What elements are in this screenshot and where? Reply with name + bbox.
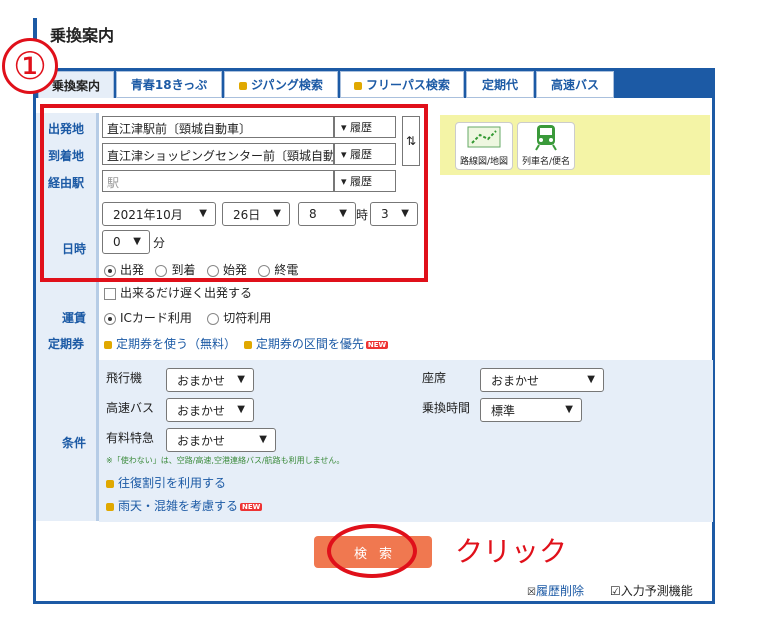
- weather-row: 雨天・混雑を考慮する NEW: [106, 497, 263, 514]
- limited-express-select[interactable]: おまかせ ▼: [166, 428, 276, 452]
- route-map-icon: [467, 126, 501, 148]
- predictive-input-label: 入力予測機能: [620, 584, 693, 598]
- title-accent-bar: [33, 18, 37, 40]
- round-trip-link[interactable]: 往復割引を利用する: [118, 476, 226, 490]
- delete-history-link[interactable]: ☒履歴削除: [527, 582, 584, 599]
- conditions-note: ※「使わない」は、空路/高速,空港連絡バス/航路も利用しません。: [106, 456, 345, 465]
- click-instruction: クリック: [455, 535, 568, 568]
- select-value: おまかせ: [177, 373, 226, 388]
- airplane-label: 飛行機: [106, 371, 143, 385]
- chevron-down-icon: ▼: [259, 434, 267, 445]
- commuter-use-link[interactable]: 定期券を使う（無料）: [116, 337, 236, 351]
- lock-icon: [104, 341, 112, 349]
- lock-icon: [106, 480, 114, 488]
- fare-ticket[interactable]: 切符利用: [207, 311, 271, 325]
- fare-label: 運賃: [62, 311, 87, 325]
- seat-label: 座席: [422, 371, 447, 385]
- commuter-links: 定期券を使う（無料） 定期券の区間を優先 NEW: [104, 335, 389, 352]
- seat-select[interactable]: おまかせ ▼: [480, 368, 604, 392]
- checkbox-icon: [104, 287, 116, 300]
- delete-icon: ☒: [527, 587, 536, 598]
- limited-express-label: 有料特急: [106, 431, 155, 445]
- delete-history-label: 履歴削除: [535, 584, 584, 598]
- select-value: おまかせ: [491, 373, 540, 388]
- conditions-label: 条件: [62, 436, 87, 450]
- transfer-time-label: 乗換時間: [422, 401, 471, 415]
- lock-icon: [243, 341, 252, 349]
- highway-bus-select[interactable]: おまかせ ▼: [166, 398, 254, 422]
- chevron-down-icon: ▼: [587, 374, 595, 385]
- step-number-badge: ①: [2, 38, 58, 94]
- page-title: 乗換案内: [50, 26, 115, 45]
- weather-link[interactable]: 雨天・混雑を考慮する: [118, 499, 238, 513]
- new-badge: NEW: [240, 502, 263, 511]
- commuter-label: 定期券: [48, 337, 85, 351]
- predictive-input-checkbox[interactable]: ☑入力予測機能: [610, 582, 693, 599]
- fare-label-ic: ICカード利用: [120, 311, 192, 325]
- lock-icon: [106, 503, 114, 511]
- late-departure-label: 出来るだけ遅く出発する: [120, 286, 253, 300]
- highlight-box: [40, 104, 428, 282]
- train-name-label: 列車名/便名: [521, 157, 571, 167]
- select-value: おまかせ: [177, 433, 226, 448]
- commuter-priority-link[interactable]: 定期券の区間を優先: [256, 337, 364, 351]
- radio-icon: [104, 312, 116, 325]
- route-map-label: 路線図/地図: [459, 157, 509, 167]
- late-departure-checkbox[interactable]: 出来るだけ遅く出発する: [104, 284, 252, 301]
- new-badge: NEW: [365, 340, 389, 349]
- fare-label-ticket: 切符利用: [223, 311, 272, 325]
- fare-ic[interactable]: ICカード利用: [104, 311, 192, 325]
- select-value: おまかせ: [177, 403, 226, 418]
- fare-group: ICカード利用 切符利用: [104, 309, 271, 326]
- train-name-button[interactable]: 列車名/便名: [517, 122, 575, 170]
- chevron-down-icon: ▼: [237, 404, 245, 415]
- chevron-down-icon: ▼: [565, 404, 573, 415]
- highway-bus-label: 高速バス: [106, 401, 155, 415]
- radio-icon: [207, 312, 220, 325]
- route-map-button[interactable]: 路線図/地図: [455, 122, 513, 170]
- click-highlight-ellipse: [327, 524, 417, 578]
- transfer-time-select[interactable]: 標準 ▼: [480, 398, 582, 422]
- checkbox-checked-icon: ☑: [610, 584, 621, 598]
- airplane-select[interactable]: おまかせ ▼: [166, 368, 254, 392]
- chevron-down-icon: ▼: [237, 374, 245, 385]
- round-trip-row: 往復割引を利用する: [106, 474, 226, 491]
- select-value: 標準: [491, 403, 516, 418]
- train-icon: [535, 125, 557, 151]
